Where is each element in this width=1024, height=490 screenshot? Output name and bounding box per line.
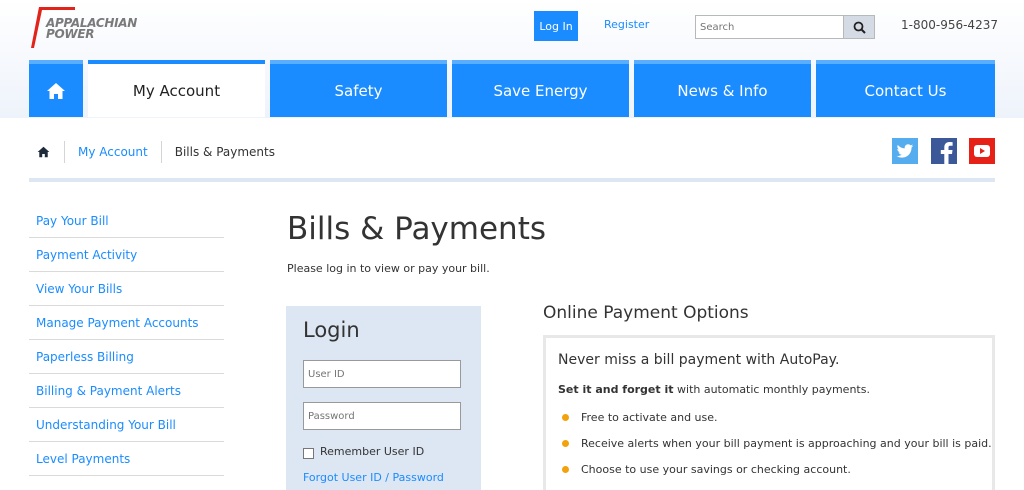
password-field[interactable] — [303, 402, 461, 430]
twitter-icon — [896, 143, 914, 158]
user-id-field[interactable] — [303, 360, 461, 388]
home-icon — [47, 82, 65, 99]
remember-label: Remember User ID — [320, 445, 425, 458]
bullet-dot-icon — [562, 414, 569, 421]
logo-text-line2: POWER — [46, 27, 95, 41]
header-divider — [29, 178, 995, 182]
intro-text: Please log in to view or pay your bill. — [287, 262, 490, 275]
breadcrumb: My Account Bills & Payments — [37, 140, 275, 164]
sidebar-item-payment-activity[interactable]: Payment Activity — [29, 238, 224, 272]
home-icon — [37, 146, 50, 158]
sidebar-item-pay-your-bill[interactable]: Pay Your Bill — [29, 204, 224, 238]
breadcrumb-current: Bills & Payments — [174, 145, 275, 159]
autopay-subtitle-bold: Set it and forget it — [558, 383, 674, 396]
appalachian-power-logo[interactable]: APPALACHIAN POWER — [29, 6, 139, 52]
register-link[interactable]: Register — [604, 18, 649, 31]
remember-user-id[interactable]: Remember User ID — [303, 444, 424, 459]
phone-number: 1-800-956-4237 — [901, 18, 998, 32]
tab-save-energy[interactable]: Save Energy — [452, 60, 629, 117]
sidebar-item-level-payments[interactable]: Level Payments — [29, 442, 224, 476]
nav-home[interactable] — [29, 60, 83, 117]
login-title: Login — [303, 318, 360, 342]
youtube-icon — [974, 145, 990, 157]
breadcrumb-my-account[interactable]: My Account — [78, 145, 148, 159]
facebook-icon — [931, 138, 957, 164]
login-button[interactable]: Log In — [534, 11, 578, 41]
sidebar-item-billing-alerts[interactable]: Billing & Payment Alerts — [29, 374, 224, 408]
search-bar — [695, 15, 875, 39]
tab-news-info[interactable]: News & Info — [634, 60, 811, 117]
breadcrumb-separator — [160, 141, 162, 163]
tab-safety[interactable]: Safety — [270, 60, 447, 117]
sidebar-item-manage-payment-accounts[interactable]: Manage Payment Accounts — [29, 306, 224, 340]
autopay-subtitle-rest: with automatic monthly payments. — [673, 383, 870, 396]
sidebar-item-understanding-bill[interactable]: Understanding Your Bill — [29, 408, 224, 442]
bullet-dot-icon — [562, 466, 569, 473]
twitter-button[interactable] — [892, 138, 918, 164]
main-nav: My Account Safety Save Energy News & Inf… — [29, 60, 995, 117]
tab-my-account[interactable]: My Account — [88, 60, 265, 117]
page-title: Bills & Payments — [287, 211, 547, 247]
youtube-button[interactable] — [969, 138, 995, 164]
facebook-button[interactable] — [931, 138, 957, 164]
sidebar-item-view-your-bills[interactable]: View Your Bills — [29, 272, 224, 306]
options-title: Online Payment Options — [543, 303, 749, 323]
list-item: Choose to use your savings or checking a… — [562, 463, 851, 476]
autopay-panel: Never miss a bill payment with AutoPay. … — [543, 335, 995, 490]
search-button[interactable] — [843, 15, 875, 39]
forgot-credentials-link[interactable]: Forgot User ID / Password — [303, 471, 444, 484]
list-item: Receive alerts when your bill payment is… — [562, 437, 992, 450]
login-panel: Login Remember User ID Forgot User ID / … — [286, 306, 481, 490]
sidebar-nav: Pay Your Bill Payment Activity View Your… — [29, 204, 224, 476]
bullet-dot-icon — [562, 440, 569, 447]
sidebar-item-paperless-billing[interactable]: Paperless Billing — [29, 340, 224, 374]
autopay-subtitle: Set it and forget it with automatic mont… — [558, 383, 870, 396]
breadcrumb-home[interactable] — [37, 146, 51, 158]
search-icon — [853, 21, 866, 34]
bullet-text: Free to activate and use. — [581, 411, 718, 424]
breadcrumb-separator — [64, 141, 65, 163]
bullet-text: Choose to use your savings or checking a… — [581, 463, 851, 476]
tab-contact-us[interactable]: Contact Us — [816, 60, 995, 117]
autopay-headline: Never miss a bill payment with AutoPay. — [558, 352, 840, 368]
search-input[interactable] — [695, 15, 843, 39]
remember-checkbox[interactable] — [303, 448, 314, 459]
bullet-text: Receive alerts when your bill payment is… — [581, 437, 992, 450]
list-item: Free to activate and use. — [562, 411, 718, 424]
